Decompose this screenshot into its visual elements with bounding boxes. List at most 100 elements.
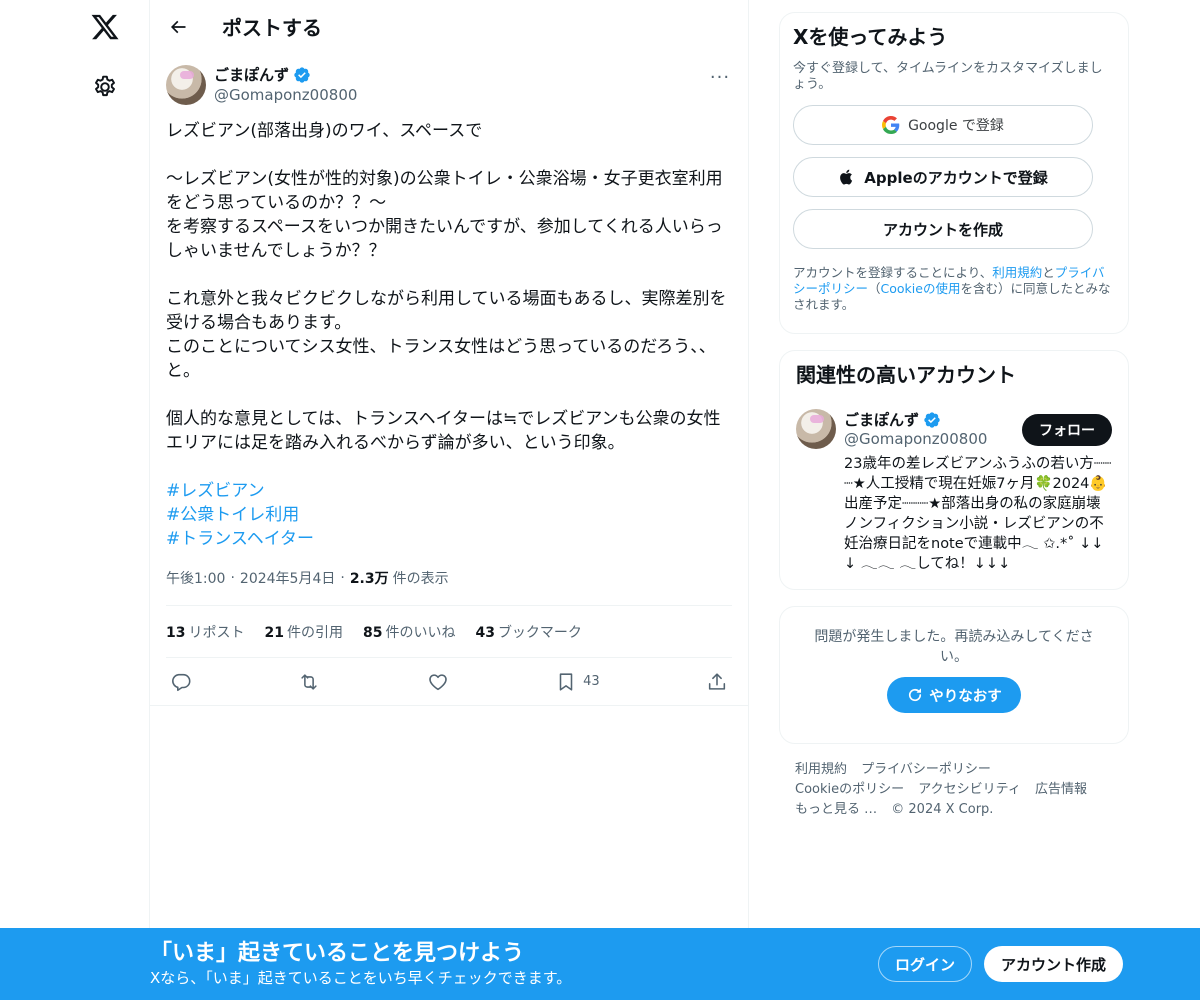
like-icon bbox=[428, 673, 447, 690]
post-line bbox=[166, 143, 732, 167]
google-signup-label: Google で登録 bbox=[908, 118, 1004, 134]
related-account[interactable]: ごまぽんず @Gomaponz00800 23歳年の差レズビアンふうふの若い方┈… bbox=[796, 409, 1112, 574]
legal-and: と bbox=[1042, 265, 1055, 280]
hashtag-link[interactable]: #レズビアン bbox=[166, 479, 265, 503]
footer-link-ads[interactable]: 広告情報 bbox=[1035, 780, 1087, 800]
footer-link-accessibility[interactable]: アクセシビリティ bbox=[918, 780, 1021, 800]
retry-button[interactable]: やりなおす bbox=[887, 677, 1021, 713]
legal-prefix: アカウントを登録することにより、 bbox=[793, 265, 993, 280]
meta-separator: · bbox=[340, 570, 345, 586]
quotes-count: 21 bbox=[264, 624, 284, 641]
footer-link-terms[interactable]: 利用規約 bbox=[795, 760, 847, 780]
avatar[interactable] bbox=[166, 65, 206, 105]
post-line bbox=[166, 383, 732, 407]
post-line: エリアには足を踏み入れるべからず論が多い、という印象。 bbox=[166, 433, 625, 453]
right-sidebar: Xを使ってみよう 今すぐ登録して、タイムラインをカスタマイズしましょう。 Goo… bbox=[779, 12, 1129, 820]
post-stats: 13 リポスト 21 件の引用 85 件のいいね 43 ブックマーク bbox=[166, 605, 732, 658]
post-meta: 午後1:00 · 2024年5月4日 · 2.3万 件の表示 bbox=[166, 567, 732, 589]
apple-icon bbox=[840, 169, 853, 185]
main-column: ポストする ごまぽんず @Gomaponz00800 ··· レズビアン(部落出… bbox=[149, 0, 749, 1000]
post-time[interactable]: 午後1:00 bbox=[166, 568, 225, 588]
related-card-title: 関連性の高いアカウント bbox=[796, 363, 1016, 387]
bookmark-icon bbox=[559, 672, 573, 691]
post: ごまぽんず @Gomaponz00800 ··· レズビアン(部落出身)のワイ、… bbox=[150, 53, 748, 706]
post-line: レズビアン(部落出身)のワイ、スペースで bbox=[166, 121, 483, 141]
post-line: 個人的な意見としては、トランスヘイターは≒でレズビアンも公衆の女性 bbox=[166, 409, 721, 429]
google-signup-button[interactable]: Google で登録 bbox=[793, 105, 1093, 145]
repost-icon bbox=[301, 673, 318, 690]
share-button[interactable] bbox=[706, 671, 728, 693]
bookmarks-stat[interactable]: 43 ブックマーク bbox=[475, 622, 581, 642]
google-icon bbox=[882, 116, 900, 134]
reposts-label: リポスト bbox=[188, 624, 245, 641]
gear-icon[interactable] bbox=[92, 74, 118, 100]
error-card: 問題が発生しました。再読み込みしてください。 やりなおす bbox=[779, 606, 1129, 744]
post-header: ごまぽんず @Gomaponz00800 ··· bbox=[166, 65, 732, 105]
author-name-row: ごまぽんず bbox=[214, 65, 357, 85]
signup-button[interactable]: アカウント作成 bbox=[984, 946, 1123, 982]
bookmarks-label: ブックマーク bbox=[497, 624, 582, 641]
banner-subtitle: Xなら、「いま」起きていることをいち早くチェックできます。 bbox=[150, 969, 572, 987]
share-icon bbox=[708, 672, 726, 690]
footer-link-more[interactable]: もっと見る … bbox=[795, 800, 877, 820]
post-line: しゃいませんでしょうか？？ bbox=[166, 241, 386, 261]
related-accounts-card: 関連性の高いアカウント ごまぽんず @Gomaponz00800 23歳年の差レ… bbox=[779, 350, 1129, 590]
hashtag-list: #レズビアン #公衆トイレ利用 #トランスヘイター bbox=[166, 479, 732, 551]
apple-signup-button[interactable]: Appleのアカウントで登録 bbox=[793, 157, 1093, 197]
post-actions: 43 bbox=[150, 658, 748, 706]
quotes-stat[interactable]: 21 件の引用 bbox=[264, 622, 342, 642]
likes-label: 件のいいね bbox=[385, 624, 456, 641]
author-block: ごまぽんず @Gomaponz00800 bbox=[214, 65, 357, 105]
follow-button[interactable]: フォロー bbox=[1022, 414, 1112, 446]
post-line bbox=[166, 263, 732, 287]
error-message: 問題が発生しました。再読み込みしてください。 bbox=[814, 629, 1094, 665]
copyright: © 2024 X Corp. bbox=[891, 802, 994, 817]
x-logo-icon[interactable] bbox=[88, 10, 122, 44]
post-line: 〜レズビアン(女性が性的対象)の公衆トイレ・公衆浴場・女子更衣室利用 bbox=[166, 169, 723, 189]
signup-card: Xを使ってみよう 今すぐ登録して、タイムラインをカスタマイズしましょう。 Goo… bbox=[779, 12, 1129, 334]
bookmark-button[interactable]: 43 bbox=[555, 671, 600, 693]
banner-title: 「いま」起きていることを見つけよう bbox=[150, 941, 525, 966]
bookmark-count: 43 bbox=[583, 674, 600, 689]
bottom-signup-banner: 「いま」起きていることを見つけよう Xなら、「いま」起きていることをいち早くチェ… bbox=[0, 928, 1200, 1000]
post-date[interactable]: 2024年5月4日 bbox=[240, 568, 335, 588]
retry-label: やりなおす bbox=[929, 688, 1002, 705]
author-handle[interactable]: @Gomaponz00800 bbox=[214, 85, 357, 105]
apple-signup-label: Appleのアカウントで登録 bbox=[864, 168, 1048, 187]
post-line: を考察するスペースをいつか開きたいんですが、参加してくれる人いらっ bbox=[166, 217, 723, 237]
avatar[interactable] bbox=[796, 409, 836, 449]
post-line: 受ける場合もあります。 bbox=[166, 313, 352, 333]
account-name[interactable]: ごまぽんず bbox=[844, 409, 919, 430]
account-bio: 23歳年の差レズビアンふうふの若い方┈┈┈★人工授精で現在妊娠7ヶ月🍀2024👶… bbox=[844, 456, 1112, 572]
post-text: レズビアン(部落出身)のワイ、スペースで 〜レズビアン(女性が性的対象)の公衆ト… bbox=[166, 119, 732, 455]
create-account-button[interactable]: アカウントを作成 bbox=[793, 209, 1093, 249]
left-nav bbox=[0, 0, 150, 1000]
verified-badge-icon bbox=[294, 67, 310, 83]
footer-link-cookie[interactable]: Cookieのポリシー bbox=[795, 780, 904, 800]
views-count: 2.3万 bbox=[349, 571, 389, 587]
likes-stat[interactable]: 85 件のいいね bbox=[363, 622, 455, 642]
post-line: をどう思っているのか？？〜 bbox=[166, 193, 387, 213]
terms-link[interactable]: 利用規約 bbox=[992, 265, 1042, 280]
cookie-link[interactable]: Cookieの使用 bbox=[881, 281, 961, 296]
author-name[interactable]: ごまぽんず bbox=[214, 65, 289, 85]
page-title: ポストする bbox=[222, 16, 322, 40]
hashtag-link[interactable]: #トランスヘイター bbox=[166, 527, 314, 551]
post-line: と。 bbox=[166, 361, 200, 381]
like-button[interactable] bbox=[427, 671, 449, 693]
footer-links: 利用規約 プライバシーポリシー Cookieのポリシー アクセシビリティ 広告情… bbox=[779, 760, 1129, 820]
footer-link-privacy[interactable]: プライバシーポリシー bbox=[861, 760, 991, 780]
reposts-stat[interactable]: 13 リポスト bbox=[166, 622, 244, 642]
reposts-count: 13 bbox=[166, 624, 186, 641]
legal-text: アカウントを登録することにより、利用規約とプライバシーポリシー（Cookieの使… bbox=[793, 265, 1112, 313]
login-button[interactable]: ログイン bbox=[878, 946, 972, 982]
signup-card-subtitle: 今すぐ登録して、タイムラインをカスタマイズしましょう。 bbox=[793, 61, 1103, 92]
hashtag-link[interactable]: #公衆トイレ利用 bbox=[166, 503, 299, 527]
back-arrow-icon[interactable] bbox=[166, 15, 190, 39]
repost-button[interactable] bbox=[298, 671, 320, 693]
likes-count: 85 bbox=[362, 624, 383, 641]
quotes-label: 件の引用 bbox=[286, 624, 343, 641]
reply-button[interactable] bbox=[170, 671, 192, 693]
more-icon[interactable]: ··· bbox=[708, 67, 732, 88]
views-label: 件の表示 bbox=[392, 571, 449, 587]
